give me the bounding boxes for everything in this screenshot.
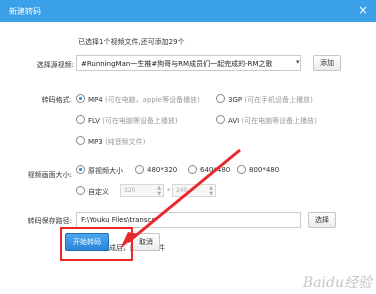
annotation-arrow-icon (120, 148, 241, 249)
watermark: Baidu经验 (302, 275, 372, 291)
